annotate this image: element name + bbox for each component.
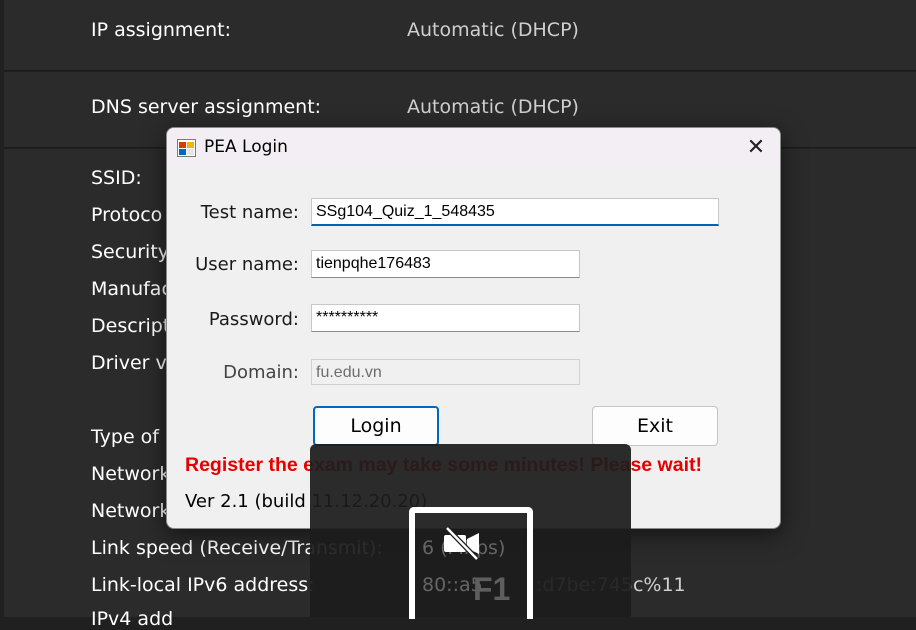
domain-label: Domain: xyxy=(223,362,299,383)
network-label-2: Network xyxy=(91,500,171,522)
close-icon: ✕ xyxy=(746,135,766,160)
manufacturer-label: Manufac xyxy=(91,278,172,300)
divider xyxy=(4,70,916,71)
exit-button[interactable]: Exit xyxy=(592,406,718,446)
camera-off-icon xyxy=(444,526,479,561)
login-button[interactable]: Login xyxy=(313,406,439,446)
close-button[interactable]: ✕ xyxy=(732,128,780,168)
link-local-ipv6-label: Link-local IPv6 address: xyxy=(91,574,315,596)
f1-key-label: F1 xyxy=(473,571,511,607)
dialog-title: PEA Login xyxy=(204,137,288,157)
app-icon xyxy=(177,139,196,157)
user-name-field[interactable]: tienpqhe176483 xyxy=(311,250,580,278)
protocol-label: Protoco xyxy=(91,204,163,226)
description-label: Descript xyxy=(91,315,171,337)
user-name-label: User name: xyxy=(195,254,299,275)
dns-assignment-value: Automatic (DHCP) xyxy=(407,96,579,118)
test-name-field[interactable]: SSg104_Quiz_1_548435 xyxy=(311,198,719,226)
password-label: Password: xyxy=(208,309,299,330)
f1-key-indicator: F1 xyxy=(409,507,533,619)
security-label: Security xyxy=(91,241,170,263)
dialog-titlebar: PEA Login ✕ xyxy=(167,128,780,168)
ssid-label: SSID: xyxy=(91,167,142,189)
test-name-label: Test name: xyxy=(200,202,299,223)
ip-assignment-value: Automatic (DHCP) xyxy=(407,19,579,41)
ipv4-label: IPv4 add xyxy=(91,608,174,630)
dns-assignment-label: DNS server assignment: xyxy=(91,96,322,118)
type-label: Type of xyxy=(91,426,159,448)
password-field[interactable]: ********** xyxy=(311,304,580,332)
domain-field: fu.edu.vn xyxy=(311,359,580,385)
ip-assignment-label: IP assignment: xyxy=(91,19,232,41)
network-label: Network xyxy=(91,463,171,485)
